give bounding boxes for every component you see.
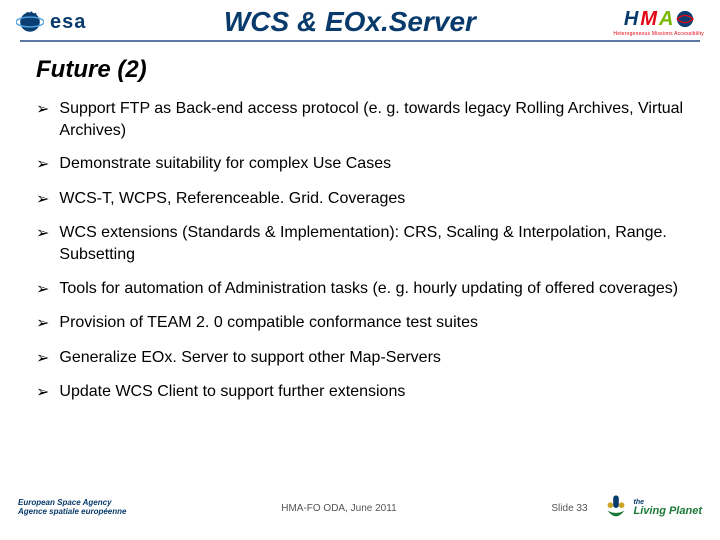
bullet-list: ➢ Support FTP as Back-end access protocol… [36, 98, 684, 404]
hma-logo: H M A Heterogeneous Missions Accessibili… [613, 8, 704, 37]
living-planet-icon [602, 494, 630, 522]
list-item: ➢ Tools for automation of Administration … [36, 278, 684, 301]
esa-logo: esa [16, 8, 86, 36]
bullet-icon: ➢ [36, 279, 49, 301]
bullet-text: WCS-T, WCPS, Referenceable. Grid. Covera… [59, 188, 405, 210]
esa-footer-line2: Agence spatiale européenne [18, 508, 126, 517]
slide: esa WCS & EOx.Server H M A Heterogeneous… [0, 0, 720, 540]
bullet-icon: ➢ [36, 313, 49, 335]
bullet-text: Update WCS Client to support further ext… [59, 381, 405, 403]
esa-text: esa [50, 11, 86, 34]
bullet-icon: ➢ [36, 382, 49, 404]
bullet-text: Tools for automation of Administration t… [59, 278, 678, 300]
footer: European Space Agency Agence spatiale eu… [0, 484, 720, 540]
bullet-text: Provision of TEAM 2. 0 compatible confor… [59, 312, 478, 334]
list-item: ➢ Provision of TEAM 2. 0 compatible confo… [36, 312, 684, 335]
hma-subtitle: Heterogeneous Missions Accessibility [613, 31, 704, 37]
bullet-icon: ➢ [36, 189, 49, 211]
bullet-text: WCS extensions (Standards & Implementati… [59, 222, 684, 265]
content: Future (2) ➢ Support FTP as Back-end acce… [0, 42, 720, 484]
list-item: ➢ Demonstrate suitability for complex Use… [36, 153, 684, 176]
hma-acronym: H M A [624, 8, 694, 31]
hma-a: A [659, 8, 673, 31]
slide-number: Slide 33 [551, 503, 587, 514]
living-planet-l2: Living Planet [634, 506, 702, 517]
list-item: ➢ Update WCS Client to support further ex… [36, 381, 684, 404]
bullet-icon: ➢ [36, 348, 49, 370]
bullet-icon: ➢ [36, 154, 49, 176]
page-title: WCS & EOx.Server [86, 6, 613, 38]
bullet-text: Demonstrate suitability for complex Use … [59, 153, 391, 175]
living-planet-label: the Living Planet [634, 499, 702, 517]
list-item: ➢ WCS extensions (Standards & Implementat… [36, 222, 684, 265]
list-item: ➢ Generalize EOx. Server to support other… [36, 347, 684, 370]
living-planet-logo: the Living Planet [602, 494, 702, 522]
bullet-icon: ➢ [36, 223, 49, 245]
footer-mid: HMA-FO ODA, June 2011 [126, 503, 551, 514]
bullet-icon: ➢ [36, 99, 49, 121]
esa-footer-text: European Space Agency Agence spatiale eu… [18, 499, 126, 517]
list-item: ➢ WCS-T, WCPS, Referenceable. Grid. Cover… [36, 188, 684, 211]
bullet-text: Generalize EOx. Server to support other … [59, 347, 441, 369]
esa-globe-icon [16, 8, 44, 36]
list-item: ➢ Support FTP as Back-end access protocol… [36, 98, 684, 141]
hma-m: M [640, 8, 657, 31]
hma-globe-icon [676, 10, 694, 28]
header: esa WCS & EOx.Server H M A Heterogeneous… [0, 0, 720, 40]
hma-h: H [624, 8, 638, 31]
subtitle: Future (2) [36, 56, 684, 84]
bullet-text: Support FTP as Back-end access protocol … [59, 98, 684, 141]
